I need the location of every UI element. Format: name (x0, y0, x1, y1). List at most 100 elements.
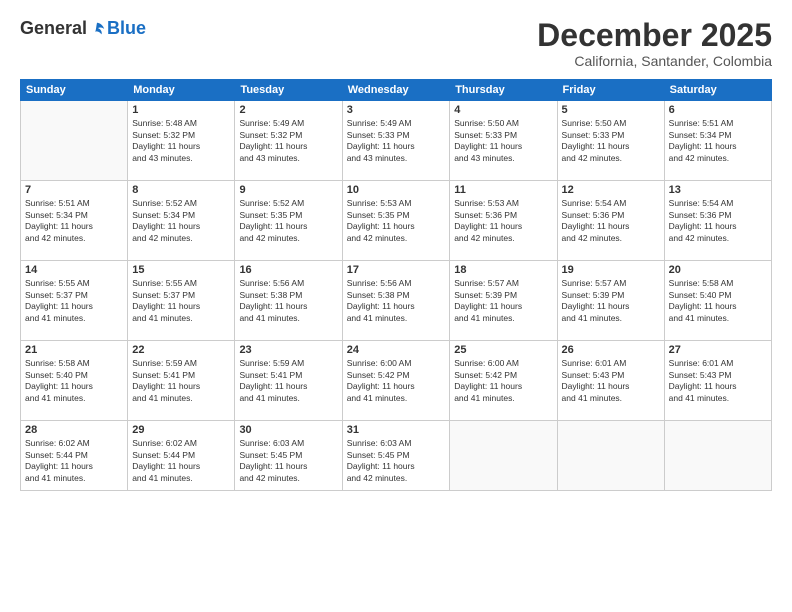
calendar-cell: 31Sunrise: 6:03 AM Sunset: 5:45 PM Dayli… (342, 421, 450, 491)
day-info: Sunrise: 5:52 AM Sunset: 5:34 PM Dayligh… (132, 198, 230, 244)
day-info: Sunrise: 5:53 AM Sunset: 5:35 PM Dayligh… (347, 198, 446, 244)
day-info: Sunrise: 5:53 AM Sunset: 5:36 PM Dayligh… (454, 198, 552, 244)
calendar-cell: 28Sunrise: 6:02 AM Sunset: 5:44 PM Dayli… (21, 421, 128, 491)
calendar-cell: 1Sunrise: 5:48 AM Sunset: 5:32 PM Daylig… (128, 101, 235, 181)
col-header-monday: Monday (128, 80, 235, 101)
calendar-cell: 14Sunrise: 5:55 AM Sunset: 5:37 PM Dayli… (21, 261, 128, 341)
day-number: 9 (239, 184, 337, 196)
day-number: 3 (347, 104, 446, 116)
day-number: 20 (669, 264, 767, 276)
calendar-cell: 27Sunrise: 6:01 AM Sunset: 5:43 PM Dayli… (664, 341, 771, 421)
logo-blue: Blue (107, 18, 146, 39)
col-header-thursday: Thursday (450, 80, 557, 101)
day-number: 8 (132, 184, 230, 196)
day-info: Sunrise: 5:52 AM Sunset: 5:35 PM Dayligh… (239, 198, 337, 244)
day-info: Sunrise: 5:49 AM Sunset: 5:33 PM Dayligh… (347, 118, 446, 164)
col-header-friday: Friday (557, 80, 664, 101)
day-number: 7 (25, 184, 123, 196)
day-number: 13 (669, 184, 767, 196)
month-title: December 2025 (537, 18, 772, 53)
day-number: 1 (132, 104, 230, 116)
day-info: Sunrise: 5:55 AM Sunset: 5:37 PM Dayligh… (132, 278, 230, 324)
day-info: Sunrise: 6:03 AM Sunset: 5:45 PM Dayligh… (347, 438, 446, 484)
day-number: 19 (562, 264, 660, 276)
day-info: Sunrise: 5:56 AM Sunset: 5:38 PM Dayligh… (239, 278, 337, 324)
day-number: 6 (669, 104, 767, 116)
calendar-cell: 15 Sunrise: 5:55 AM Sunset: 5:37 PM Dayli… (128, 261, 235, 341)
calendar-cell: 3 Sunrise: 5:49 AM Sunset: 5:33 PM Daylig… (342, 101, 450, 181)
day-info: Sunrise: 6:02 AM Sunset: 5:44 PM Dayligh… (25, 438, 123, 484)
day-info: Sunrise: 5:57 AM Sunset: 5:39 PM Dayligh… (562, 278, 660, 324)
subtitle: California, Santander, Colombia (537, 53, 772, 69)
day-number: 17 (347, 264, 446, 276)
calendar-cell (557, 421, 664, 491)
day-number: 27 (669, 344, 767, 356)
calendar-cell: 5Sunrise: 5:50 AM Sunset: 5:33 PM Daylig… (557, 101, 664, 181)
calendar-cell: 18Sunrise: 5:57 AM Sunset: 5:39 PM Dayli… (450, 261, 557, 341)
day-number: 15 (132, 264, 230, 276)
day-number: 2 (239, 104, 337, 116)
calendar-cell (21, 101, 128, 181)
day-info: Sunrise: 5:50 AM Sunset: 5:33 PM Dayligh… (454, 118, 552, 164)
day-number: 14 (25, 264, 123, 276)
calendar-cell: 4 Sunrise: 5:50 AM Sunset: 5:33 PM Daylig… (450, 101, 557, 181)
day-info: Sunrise: 5:54 AM Sunset: 5:36 PM Dayligh… (562, 198, 660, 244)
page: General Blue December 2025 California, S… (0, 0, 792, 612)
week-row-3: 14 Sunrise: 5:55 AM Sunset: 5:37 PM Dayli… (21, 261, 772, 341)
day-info: Sunrise: 5:56 AM Sunset: 5:38 PM Dayligh… (347, 278, 446, 324)
day-number: 4 (454, 104, 552, 116)
calendar-cell: 2 Sunrise: 5:49 AM Sunset: 5:32 PM Daylig… (235, 101, 342, 181)
calendar-cell: 19 Sunrise: 5:57 AM Sunset: 5:39 PM Dayli… (557, 261, 664, 341)
day-info: Sunrise: 5:51 AM Sunset: 5:34 PM Dayligh… (25, 198, 123, 244)
day-info: Sunrise: 6:00 AM Sunset: 5:42 PM Dayligh… (347, 358, 446, 404)
day-info: Sunrise: 5:51 AM Sunset: 5:34 PM Dayligh… (669, 118, 767, 164)
day-number: 29 (132, 424, 230, 436)
calendar-cell: 13 Sunrise: 5:54 AM Sunset: 5:36 PM Dayli… (664, 181, 771, 261)
col-header-wednesday: Wednesday (342, 80, 450, 101)
calendar-cell (664, 421, 771, 491)
col-header-saturday: Saturday (664, 80, 771, 101)
week-row-2: 7 Sunrise: 5:51 AM Sunset: 5:34 PM Daylig… (21, 181, 772, 261)
day-number: 18 (454, 264, 552, 276)
day-number: 12 (562, 184, 660, 196)
day-number: 26 (562, 344, 660, 356)
logo-general: General (20, 18, 87, 39)
col-header-sunday: Sunday (21, 80, 128, 101)
calendar-cell: 6 Sunrise: 5:51 AM Sunset: 5:34 PM Daylig… (664, 101, 771, 181)
logo: General Blue (20, 18, 146, 39)
week-row-5: 28Sunrise: 6:02 AM Sunset: 5:44 PM Dayli… (21, 421, 772, 491)
calendar-cell: 10 Sunrise: 5:53 AM Sunset: 5:35 PM Dayli… (342, 181, 450, 261)
calendar-header-row: SundayMondayTuesdayWednesdayThursdayFrid… (21, 80, 772, 101)
day-info: Sunrise: 6:01 AM Sunset: 5:43 PM Dayligh… (562, 358, 660, 404)
day-number: 21 (25, 344, 123, 356)
day-info: Sunrise: 5:59 AM Sunset: 5:41 PM Dayligh… (239, 358, 337, 404)
calendar-cell: 8 Sunrise: 5:52 AM Sunset: 5:34 PM Daylig… (128, 181, 235, 261)
calendar-cell: 20 Sunrise: 5:58 AM Sunset: 5:40 PM Dayli… (664, 261, 771, 341)
logo-text: General Blue (20, 18, 146, 39)
header: General Blue December 2025 California, S… (20, 18, 772, 69)
day-info: Sunrise: 5:54 AM Sunset: 5:36 PM Dayligh… (669, 198, 767, 244)
calendar-cell: 12 Sunrise: 5:54 AM Sunset: 5:36 PM Dayli… (557, 181, 664, 261)
day-number: 10 (347, 184, 446, 196)
logo-bird-icon (88, 20, 106, 38)
col-header-tuesday: Tuesday (235, 80, 342, 101)
calendar-cell: 21Sunrise: 5:58 AM Sunset: 5:40 PM Dayli… (21, 341, 128, 421)
calendar-table: SundayMondayTuesdayWednesdayThursdayFrid… (20, 79, 772, 491)
calendar-cell: 22 Sunrise: 5:59 AM Sunset: 5:41 PM Dayli… (128, 341, 235, 421)
calendar-cell: 30Sunrise: 6:03 AM Sunset: 5:45 PM Dayli… (235, 421, 342, 491)
calendar-cell: 11Sunrise: 5:53 AM Sunset: 5:36 PM Dayli… (450, 181, 557, 261)
day-info: Sunrise: 6:03 AM Sunset: 5:45 PM Dayligh… (239, 438, 337, 484)
calendar-cell: 9 Sunrise: 5:52 AM Sunset: 5:35 PM Daylig… (235, 181, 342, 261)
title-block: December 2025 California, Santander, Col… (537, 18, 772, 69)
day-number: 24 (347, 344, 446, 356)
day-info: Sunrise: 5:59 AM Sunset: 5:41 PM Dayligh… (132, 358, 230, 404)
day-number: 23 (239, 344, 337, 356)
calendar-cell: 29Sunrise: 6:02 AM Sunset: 5:44 PM Dayli… (128, 421, 235, 491)
week-row-4: 21Sunrise: 5:58 AM Sunset: 5:40 PM Dayli… (21, 341, 772, 421)
calendar-cell: 16 Sunrise: 5:56 AM Sunset: 5:38 PM Dayli… (235, 261, 342, 341)
day-info: Sunrise: 5:49 AM Sunset: 5:32 PM Dayligh… (239, 118, 337, 164)
day-info: Sunrise: 5:58 AM Sunset: 5:40 PM Dayligh… (669, 278, 767, 324)
day-number: 22 (132, 344, 230, 356)
calendar-cell: 24 Sunrise: 6:00 AM Sunset: 5:42 PM Dayli… (342, 341, 450, 421)
day-number: 16 (239, 264, 337, 276)
